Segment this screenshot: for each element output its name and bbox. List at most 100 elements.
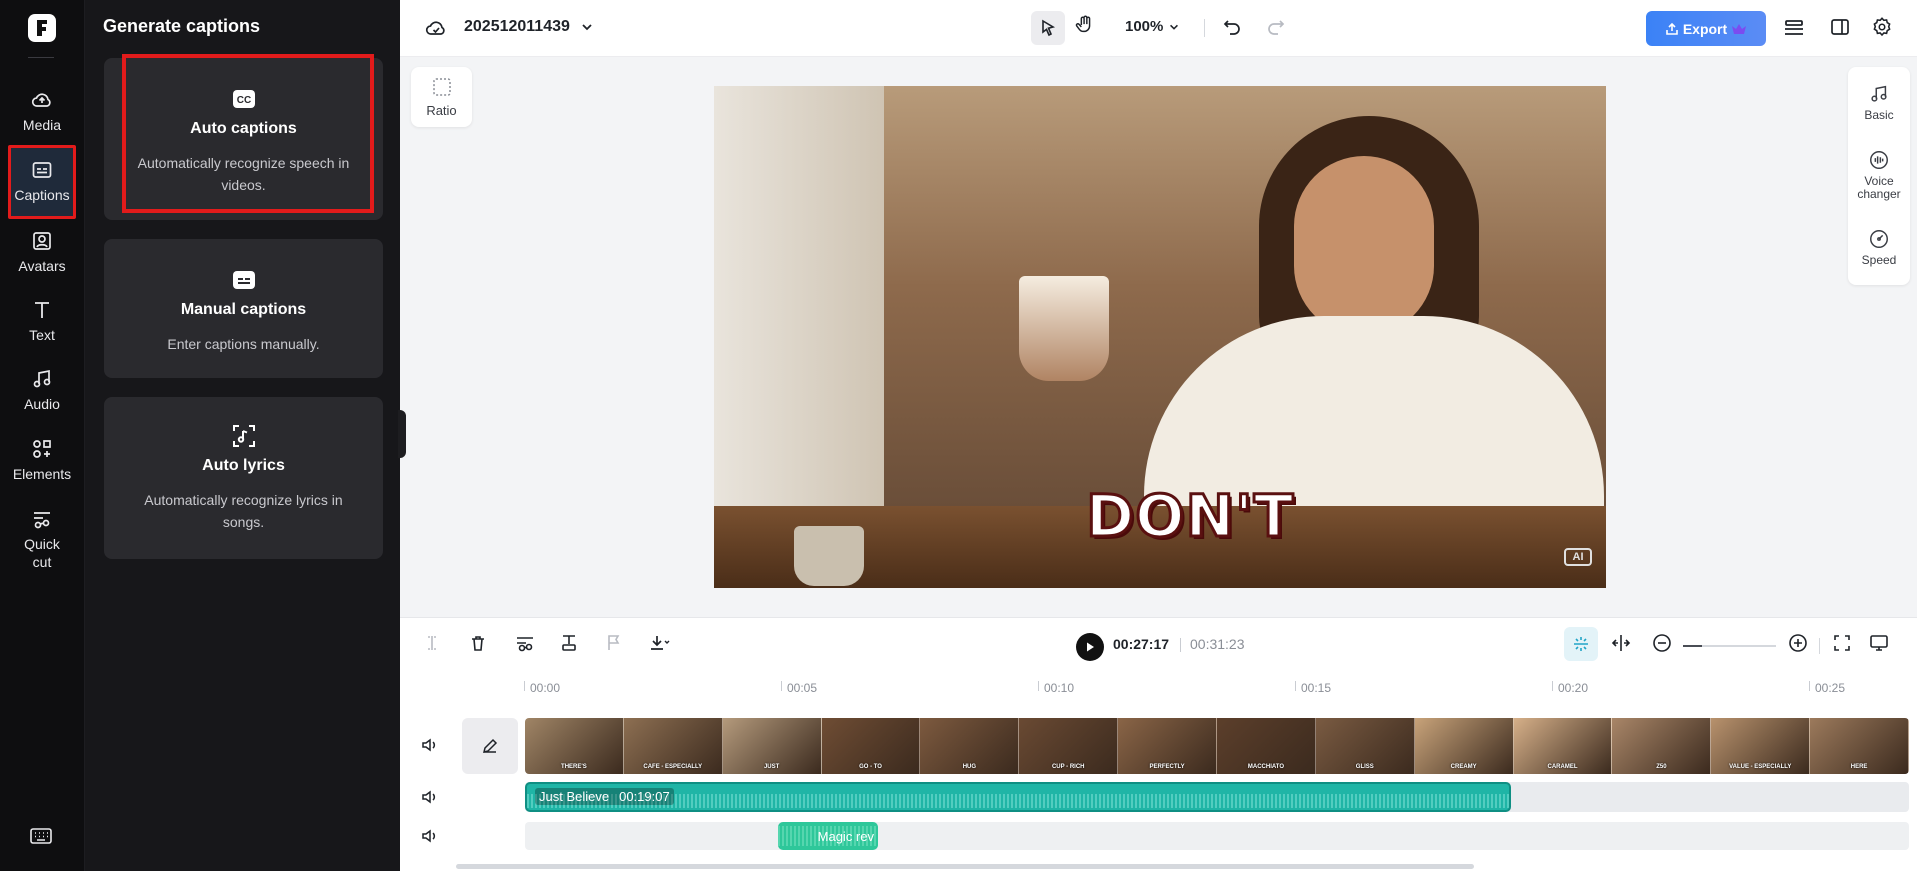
timeline-scrollbar[interactable] bbox=[456, 864, 1474, 869]
pointer-icon bbox=[1042, 19, 1056, 37]
captions-icon bbox=[32, 162, 52, 178]
scissors-lines-icon bbox=[517, 637, 533, 652]
thumbnail-caption: MACCHIATO bbox=[1247, 764, 1284, 770]
nav-label: Avatars bbox=[18, 258, 66, 274]
left-nav: Media Captions Avatars Text Audio Elemen… bbox=[0, 0, 85, 871]
ruler-label: 00:10 bbox=[1044, 681, 1075, 695]
speed-button[interactable]: Speed bbox=[1848, 228, 1910, 267]
fit-button[interactable] bbox=[1832, 633, 1852, 653]
export-button[interactable]: Export bbox=[1646, 11, 1766, 46]
sfx-track-bg bbox=[525, 822, 1909, 850]
speaker-icon bbox=[422, 738, 436, 752]
undo-button[interactable] bbox=[1222, 17, 1242, 37]
sfx-clip-name: Magic rev bbox=[817, 828, 874, 844]
preview-cup bbox=[1019, 276, 1109, 381]
auto-lyrics-card[interactable]: Auto lyrics Automatically recognize lyri… bbox=[104, 397, 383, 559]
split-tool-button[interactable] bbox=[422, 633, 442, 653]
zoom-level[interactable]: 100% bbox=[1125, 18, 1163, 35]
cloud-save-icon[interactable] bbox=[424, 16, 448, 40]
music-note-icon bbox=[33, 369, 51, 388]
hand-tool-button[interactable] bbox=[1074, 14, 1096, 36]
zoom-slider[interactable] bbox=[1683, 645, 1776, 647]
cc-icon: CC bbox=[232, 90, 255, 108]
video-thumbnail: GLISS bbox=[1315, 718, 1415, 774]
zoom-chevron-icon[interactable] bbox=[1168, 21, 1180, 33]
cover-edit-button[interactable] bbox=[462, 718, 518, 774]
panel-collapse-handle[interactable] bbox=[398, 410, 406, 458]
layout-button[interactable] bbox=[1829, 16, 1851, 38]
zoom-in-button[interactable] bbox=[1788, 633, 1808, 653]
card-description: Automatically recognize speech in videos… bbox=[137, 155, 350, 193]
manual-captions-card[interactable]: Manual captions Enter captions manually. bbox=[104, 239, 383, 378]
nav-item-media[interactable]: Media bbox=[8, 88, 76, 134]
sfx-clip[interactable]: Magic rev bbox=[778, 822, 878, 850]
auto-captions-card[interactable]: CC Auto captions Automatically recognize… bbox=[104, 58, 383, 220]
preview-cup-2 bbox=[794, 526, 864, 586]
chevron-down-icon[interactable] bbox=[580, 20, 594, 34]
speaker-icon bbox=[422, 829, 436, 843]
card-title: Auto lyrics bbox=[202, 457, 285, 474]
audio-clip[interactable]: Just Believe 00:19:07 bbox=[525, 782, 1511, 812]
ruler-tick bbox=[524, 681, 525, 691]
select-tool-button[interactable] bbox=[1031, 11, 1065, 45]
keyboard-icon[interactable] bbox=[29, 826, 53, 846]
ruler-tick bbox=[1809, 681, 1810, 691]
split-icon bbox=[428, 636, 436, 650]
ratio-button[interactable]: Ratio bbox=[411, 67, 472, 127]
redo-button[interactable] bbox=[1266, 17, 1286, 37]
rail-label: Basic bbox=[1864, 108, 1894, 122]
video-thumbnail: CAFE - ESPECIALLY bbox=[623, 718, 723, 774]
marker-button[interactable] bbox=[604, 633, 624, 653]
download-button[interactable] bbox=[648, 633, 670, 653]
thumbnail-caption: CAFE - ESPECIALLY bbox=[643, 764, 703, 770]
basic-button[interactable]: Basic bbox=[1848, 83, 1910, 122]
nav-item-avatars[interactable]: Avatars bbox=[8, 229, 76, 275]
video-thumbnail: HUG bbox=[920, 718, 1020, 774]
smart-cut-button[interactable] bbox=[514, 633, 536, 653]
video-preview[interactable]: DON'T AI bbox=[714, 86, 1606, 588]
nav-item-audio[interactable]: Audio bbox=[8, 367, 76, 413]
elements-icon bbox=[33, 440, 51, 458]
app-logo[interactable] bbox=[28, 14, 56, 42]
nav-item-text[interactable]: Text bbox=[8, 298, 76, 344]
nav-item-captions[interactable]: Captions bbox=[8, 145, 76, 219]
video-track-volume[interactable] bbox=[420, 736, 438, 754]
zoom-out-button[interactable] bbox=[1652, 633, 1672, 653]
subtitle-icon bbox=[232, 271, 255, 289]
nav-label: Quick cut bbox=[24, 536, 60, 570]
split-view-button[interactable] bbox=[1610, 633, 1632, 653]
caption-tool-icon bbox=[562, 635, 576, 651]
nav-item-elements[interactable]: Elements bbox=[8, 437, 76, 483]
card-description: Enter captions manually. bbox=[167, 336, 320, 352]
ruler-label: 00:15 bbox=[1301, 681, 1332, 695]
music-note-icon bbox=[1871, 85, 1887, 102]
zoom-slider-fill bbox=[1683, 645, 1702, 647]
ruler-label: 00:20 bbox=[1558, 681, 1589, 695]
time-ruler[interactable]: 00:00 00:05 00:10 00:15 00:20 00:25 bbox=[524, 681, 1914, 695]
expand-icon bbox=[1834, 635, 1850, 651]
preview-mode-button[interactable] bbox=[1868, 633, 1890, 653]
trash-icon bbox=[472, 636, 484, 651]
audio-track-volume[interactable] bbox=[420, 788, 438, 806]
play-button[interactable] bbox=[1076, 633, 1104, 661]
caption-overlay-text[interactable]: DON'T bbox=[1084, 481, 1294, 552]
delete-button[interactable] bbox=[468, 633, 488, 653]
sfx-track-volume[interactable] bbox=[420, 827, 438, 845]
video-track[interactable]: THERE'S CAFE - ESPECIALLY JUST GO - TO HUG CU… bbox=[525, 718, 1909, 774]
card-description: Automatically recognize lyrics in songs. bbox=[144, 492, 343, 530]
magnet-snap-button[interactable] bbox=[1564, 627, 1598, 661]
nav-label: Audio bbox=[24, 396, 60, 412]
avatar-icon bbox=[33, 232, 51, 250]
auto-caption-tool-button[interactable] bbox=[559, 633, 579, 653]
voice-changer-button[interactable]: Voice changer bbox=[1848, 149, 1910, 201]
thumbnail-caption: THERE'S bbox=[561, 764, 587, 770]
card-title: Auto captions bbox=[190, 120, 297, 137]
settings-button[interactable] bbox=[1871, 16, 1893, 38]
project-name[interactable]: 202512011439 bbox=[464, 18, 570, 36]
layers-button[interactable] bbox=[1782, 16, 1806, 40]
pencil-icon bbox=[482, 738, 498, 754]
nav-item-quick-cut[interactable]: Quick cut bbox=[8, 507, 76, 571]
video-thumbnail: CUP - RICH bbox=[1019, 718, 1119, 774]
nav-label: Elements bbox=[12, 466, 72, 482]
snap-icon bbox=[1574, 637, 1588, 651]
